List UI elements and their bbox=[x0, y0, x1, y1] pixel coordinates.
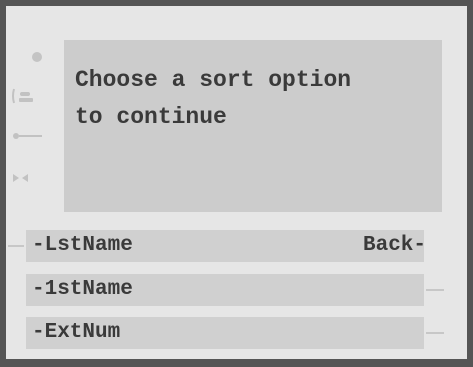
softkey-tick-left bbox=[8, 245, 24, 247]
softkey-row-3: -ExtNum bbox=[26, 317, 444, 349]
phone-display: Choose a sort option to continue -LstNam… bbox=[0, 0, 473, 367]
softkey-row-2: -1stName bbox=[26, 274, 444, 306]
softkey-row-1: -LstName Back- bbox=[8, 230, 426, 262]
softkey-tick-right bbox=[426, 289, 444, 291]
phone-handset-icon bbox=[10, 86, 50, 106]
key-icon bbox=[10, 126, 50, 146]
softkey-back[interactable]: Back- bbox=[363, 230, 426, 262]
mute-icon bbox=[10, 168, 50, 188]
softkey-1stname[interactable]: -1stName bbox=[32, 274, 133, 306]
softkey-lstname[interactable]: -LstName bbox=[32, 230, 133, 262]
status-dot-icon bbox=[10, 46, 50, 66]
prompt-message: Choose a sort option to continue bbox=[75, 67, 352, 130]
softkey-tick-right bbox=[426, 332, 444, 334]
prompt-message-box: Choose a sort option to continue bbox=[64, 40, 442, 212]
softkey-extnum[interactable]: -ExtNum bbox=[32, 317, 120, 349]
